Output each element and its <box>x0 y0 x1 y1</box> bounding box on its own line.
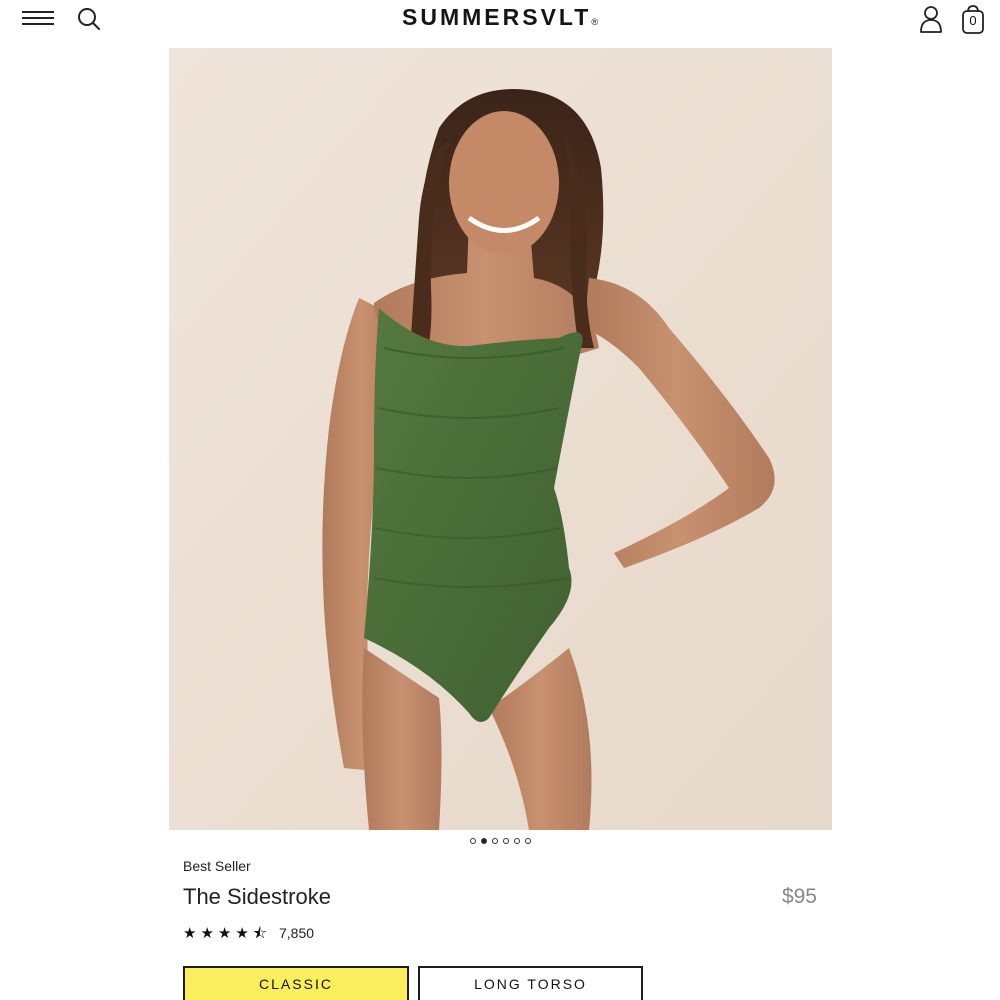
brand-logo[interactable]: SUMMERSVLT® <box>0 4 1000 31</box>
carousel-dots <box>0 838 1000 844</box>
carousel-dot-1[interactable] <box>469 838 476 844</box>
shopping-bag-icon[interactable]: 0 <box>960 3 986 35</box>
product-price: $95 <box>781 885 817 908</box>
carousel-dot-6[interactable] <box>524 838 531 844</box>
account-icon[interactable] <box>918 4 944 34</box>
model-photo-illustration <box>169 48 832 830</box>
product-page: SUMMERSVLT® 0 Best Seller The Sidestroke… <box>0 0 1000 1000</box>
best-seller-badge: Best Seller <box>183 858 251 874</box>
carousel-dot-4[interactable] <box>502 838 509 844</box>
carousel-dot-2[interactable] <box>480 838 487 844</box>
fit-classic-button[interactable]: CLASSIC <box>183 966 409 1000</box>
product-title: The Sidestroke <box>183 884 331 909</box>
carousel-dot-5[interactable] <box>513 838 520 844</box>
review-count[interactable]: 7,850 <box>279 925 314 941</box>
cart-count: 0 <box>969 13 977 28</box>
fit-long-torso-button[interactable]: LONG TORSO <box>418 966 643 1000</box>
product-image[interactable] <box>169 48 832 830</box>
rating-stars-icon: ★★★★⯪ <box>183 925 271 942</box>
brand-name: SUMMERSVLT <box>402 4 592 30</box>
registered-mark: ® <box>591 17 598 27</box>
site-header: SUMMERSVLT® 0 <box>0 0 1000 40</box>
carousel-dot-3[interactable] <box>491 838 498 844</box>
